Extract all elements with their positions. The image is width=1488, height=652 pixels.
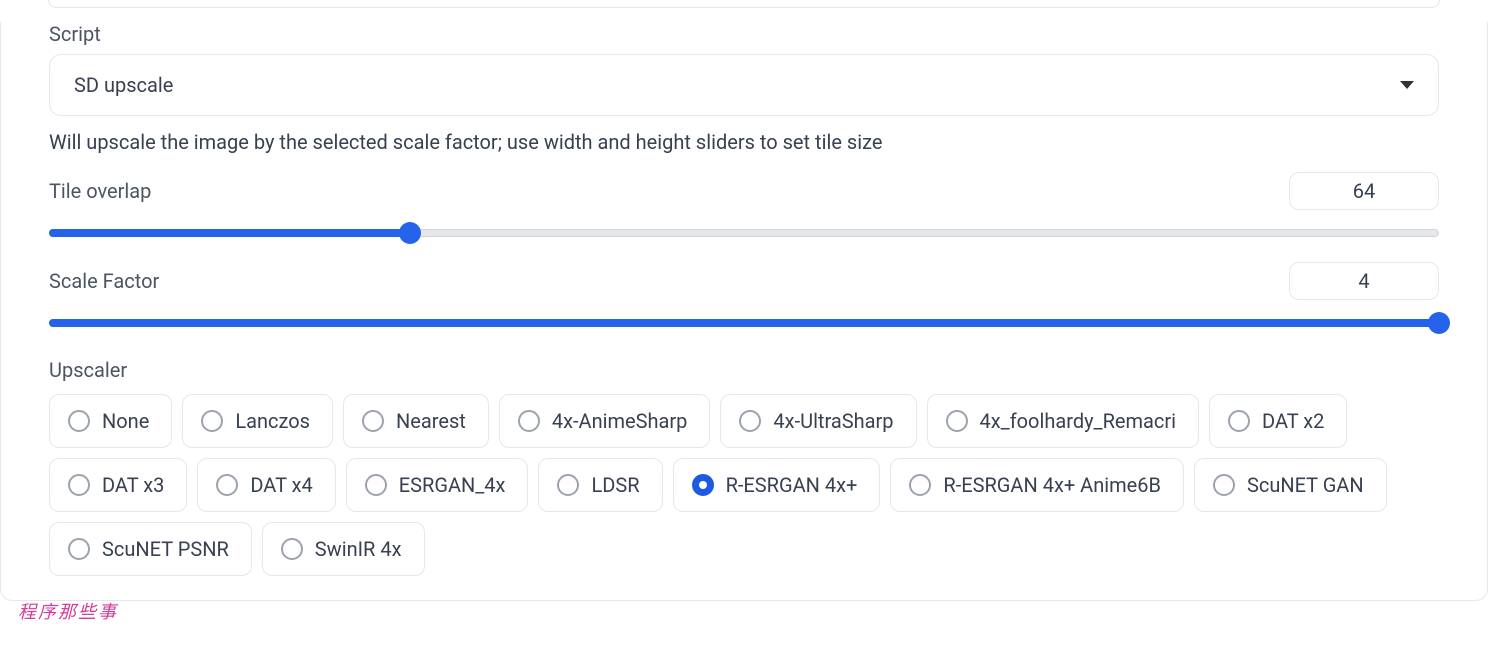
upscaler-option-label: ScuNET GAN — [1247, 473, 1364, 497]
slider-fill — [49, 229, 410, 237]
upscaler-label: Upscaler — [49, 358, 1439, 382]
upscaler-option-label: Lanczos — [235, 409, 310, 433]
upscaler-option-label: DAT x2 — [1262, 409, 1324, 433]
upscaler-option-label: DAT x3 — [102, 473, 164, 497]
watermark-text: 程序那些事 — [18, 598, 118, 624]
radio-icon — [557, 474, 579, 496]
script-label: Script — [49, 22, 1439, 46]
radio-icon — [739, 410, 761, 432]
radio-icon — [201, 410, 223, 432]
upscaler-option[interactable]: R-ESRGAN 4x+ — [673, 458, 881, 512]
upscaler-option[interactable]: DAT x4 — [197, 458, 335, 512]
scale-factor-label: Scale Factor — [49, 269, 159, 293]
slider-thumb[interactable] — [399, 222, 421, 244]
upscaler-option[interactable]: DAT x2 — [1209, 394, 1347, 448]
radio-icon — [1228, 410, 1250, 432]
upscaler-option[interactable]: 4x-AnimeSharp — [499, 394, 711, 448]
slider-fill — [49, 319, 1439, 327]
upscaler-option[interactable]: R-ESRGAN 4x+ Anime6B — [890, 458, 1184, 512]
script-select[interactable]: SD upscale — [49, 54, 1439, 116]
upscaler-option-label: 4x_foolhardy_Remacri — [980, 409, 1177, 433]
upscaler-option[interactable]: Lanczos — [182, 394, 333, 448]
radio-icon — [518, 410, 540, 432]
script-select-value: SD upscale — [74, 73, 173, 97]
upscaler-option-label: ESRGAN_4x — [399, 473, 506, 497]
script-help-text: Will upscale the image by the selected s… — [49, 130, 1439, 154]
radio-icon — [281, 538, 303, 560]
previous-panel-bottom — [48, 0, 1440, 8]
upscaler-option-label: Nearest — [396, 409, 466, 433]
radio-icon — [692, 474, 714, 496]
sd-upscale-panel: Script SD upscale Will upscale the image… — [0, 22, 1488, 601]
upscaler-option-label: ScuNET PSNR — [102, 537, 229, 561]
tile-overlap-row: Tile overlap 64 — [49, 172, 1439, 244]
upscaler-option-label: LDSR — [591, 473, 639, 497]
upscaler-option-label: DAT x4 — [250, 473, 312, 497]
upscaler-option-label: SwinIR 4x — [315, 537, 402, 561]
radio-icon — [68, 538, 90, 560]
upscaler-option[interactable]: SwinIR 4x — [262, 522, 425, 576]
radio-icon — [362, 410, 384, 432]
upscaler-option[interactable]: 4x-UltraSharp — [720, 394, 916, 448]
radio-icon — [68, 474, 90, 496]
upscaler-option[interactable]: LDSR — [538, 458, 662, 512]
radio-icon — [1213, 474, 1235, 496]
upscaler-option[interactable]: 4x_foolhardy_Remacri — [927, 394, 1200, 448]
upscaler-option[interactable]: DAT x3 — [49, 458, 187, 512]
caret-down-icon — [1400, 81, 1414, 89]
scale-factor-row: Scale Factor 4 — [49, 262, 1439, 334]
radio-icon — [946, 410, 968, 432]
upscaler-option-label: None — [102, 409, 149, 433]
upscaler-option[interactable]: ScuNET PSNR — [49, 522, 252, 576]
slider-thumb[interactable] — [1428, 312, 1450, 334]
radio-icon — [68, 410, 90, 432]
tile-overlap-slider[interactable] — [49, 222, 1439, 244]
upscaler-option-label: 4x-AnimeSharp — [552, 409, 688, 433]
upscaler-option-label: R-ESRGAN 4x+ Anime6B — [943, 473, 1161, 497]
radio-icon — [909, 474, 931, 496]
radio-icon — [216, 474, 238, 496]
upscaler-option[interactable]: ESRGAN_4x — [346, 458, 529, 512]
scale-factor-value[interactable]: 4 — [1289, 262, 1439, 300]
tile-overlap-label: Tile overlap — [49, 179, 151, 203]
upscaler-option[interactable]: Nearest — [343, 394, 489, 448]
radio-icon — [365, 474, 387, 496]
upscaler-option[interactable]: None — [49, 394, 172, 448]
tile-overlap-value[interactable]: 64 — [1289, 172, 1439, 210]
upscaler-option-label: 4x-UltraSharp — [773, 409, 893, 433]
upscaler-radio-group: None Lanczos Nearest 4x-AnimeSharp 4x-UltraS… — [49, 394, 1439, 576]
upscaler-option-label: R-ESRGAN 4x+ — [726, 473, 858, 497]
scale-factor-slider[interactable] — [49, 312, 1439, 334]
upscaler-option[interactable]: ScuNET GAN — [1194, 458, 1387, 512]
